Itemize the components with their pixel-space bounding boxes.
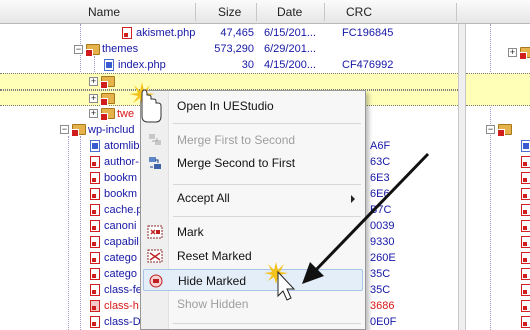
file-icon	[90, 236, 100, 248]
column-separator[interactable]	[195, 3, 196, 21]
hide-icon	[148, 273, 164, 289]
menu-item-show-hidden[interactable]: Show Hidden	[143, 293, 363, 315]
mouse-pointer-icon	[264, 262, 296, 301]
menu-item-open-in-uestudio[interactable]: Open In UEStudio	[143, 95, 363, 117]
folder-icon	[85, 44, 100, 57]
file-icon	[521, 156, 530, 168]
column-separator[interactable]	[456, 3, 457, 21]
tree-row[interactable]: index.php 30 4/15/200... CF476992	[0, 57, 458, 73]
file-icon	[521, 140, 530, 152]
file-icon	[90, 140, 100, 152]
expand-plus-icon[interactable]: +	[89, 94, 98, 103]
file-icon	[521, 252, 530, 264]
arrow-annotation	[302, 152, 430, 284]
menu-separator	[173, 323, 361, 324]
tree-row[interactable]: − themes 573,290 6/29/201...	[0, 41, 458, 57]
pane-splitter[interactable]	[458, 24, 466, 330]
file-icon	[90, 316, 100, 328]
expand-plus-icon[interactable]: +	[508, 48, 517, 57]
tree-guide	[490, 24, 491, 330]
folder-icon	[100, 93, 115, 106]
file-icon	[521, 204, 530, 216]
column-crc[interactable]: CRC	[346, 0, 372, 24]
file-icon	[521, 268, 530, 280]
collapse-minus-icon[interactable]: −	[74, 45, 83, 54]
column-size[interactable]: Size	[218, 0, 241, 24]
file-icon	[104, 59, 114, 71]
file-icon	[90, 300, 100, 312]
mouse-cursor-icon	[129, 82, 162, 123]
column-name[interactable]: Name	[88, 0, 120, 24]
folder-icon	[519, 47, 530, 60]
file-icon	[521, 300, 530, 312]
file-icon	[90, 268, 100, 280]
file-icon	[521, 188, 530, 200]
file-icon	[122, 27, 132, 39]
column-separator[interactable]	[324, 3, 325, 21]
mark-icon	[147, 224, 163, 240]
file-icon	[90, 172, 100, 184]
column-separator[interactable]	[256, 3, 257, 21]
file-icon	[90, 284, 100, 296]
folder-icon	[100, 108, 115, 121]
file-icon	[90, 220, 100, 232]
file-icon	[90, 204, 100, 216]
file-icon	[521, 316, 530, 328]
merge-icon	[147, 155, 163, 171]
merge-icon	[147, 132, 163, 148]
column-date[interactable]: Date	[277, 0, 302, 24]
tree-row[interactable]: akismet.php 47,465 6/15/201... FC196845	[0, 25, 458, 41]
expand-plus-icon[interactable]: +	[89, 109, 98, 118]
file-icon	[521, 236, 530, 248]
column-header: Name Size Date CRC	[0, 0, 530, 24]
file-icon	[90, 252, 100, 264]
expand-plus-icon[interactable]: +	[89, 77, 98, 86]
menu-item-merge-first-to-second[interactable]: Merge First to Second	[143, 129, 363, 151]
menu-separator	[173, 123, 361, 124]
file-icon	[521, 284, 530, 296]
folder-icon	[497, 124, 512, 137]
file-icon	[90, 188, 100, 200]
tree-row-highlighted[interactable]: +	[0, 73, 458, 90]
collapse-minus-icon[interactable]: −	[486, 125, 495, 134]
highlight-row	[466, 73, 530, 106]
right-pane: + −	[466, 24, 530, 330]
file-icon	[521, 172, 530, 184]
reset-mark-icon	[147, 248, 163, 264]
file-icon	[90, 156, 100, 168]
file-icon	[521, 220, 530, 232]
folder-icon	[71, 124, 86, 137]
collapse-minus-icon[interactable]: −	[60, 125, 69, 134]
folder-icon	[100, 76, 115, 89]
